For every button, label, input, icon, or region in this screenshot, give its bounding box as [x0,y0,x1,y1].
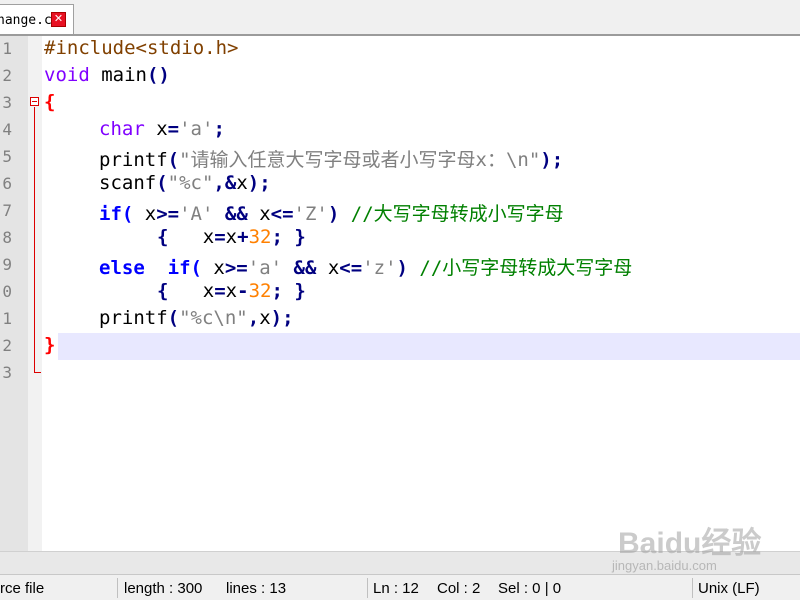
line-number: 3 [2,93,12,112]
status-length: length : 300 [124,580,203,597]
code-line-6: scanf("%c",&x); [99,172,271,194]
tab-file[interactable]: hange.c ✕ [0,4,74,34]
code-line-1: #include<stdio.h> [44,37,239,59]
status-separator [692,578,693,598]
code-line-8: { x=x+32; } [157,226,306,248]
current-line-highlight [58,333,800,360]
code-line-10: { x=x-32; } [157,280,306,302]
line-number: 1 [2,309,12,328]
close-tab-icon[interactable]: ✕ [51,12,66,27]
status-separator [117,578,118,598]
status-separator [367,578,368,598]
fold-collapse-icon[interactable] [30,97,39,106]
watermark-logo: Baidu经验 [618,527,762,560]
code-line-4: char x='a'; [99,118,225,140]
status-lines: lines : 13 [226,580,287,597]
status-file-type: rce file [0,580,45,597]
tab-bar: hange.c ✕ [0,0,800,35]
status-ln: Ln : 12 [373,580,419,597]
baidu-jingyan-watermark: Baidu经验 jingyan.baidu.com [612,510,782,580]
line-number: 1 [2,39,12,58]
status-sel: Sel : 0 | 0 [498,580,562,597]
line-number: 8 [2,228,12,247]
code-line-9: else if( x>='a' && x<='z') //小写字母转成大写字母 [99,257,633,279]
code-line-3: { [44,91,56,113]
line-number: 2 [2,66,12,85]
line-number: 6 [2,174,12,193]
line-number: 2 [2,336,12,355]
fold-margin [28,36,42,551]
code-editor[interactable]: 1 2 3 4 5 6 7 8 9 0 1 2 3 #include<stdio… [0,36,800,551]
line-number: 0 [2,282,12,301]
code-line-12: } [44,334,56,356]
code-line-7: if( x>='A' && x<='Z') //大写字母转成小写字母 [99,203,564,225]
line-number: 3 [2,363,12,382]
line-number: 4 [2,120,12,139]
line-number: 9 [2,255,12,274]
line-number-gutter: 1 2 3 4 5 6 7 8 9 0 1 2 3 [0,36,28,551]
watermark-url: jingyan.baidu.com [612,558,717,573]
fold-range-end [34,372,41,373]
fold-range-line [34,107,35,373]
tab-title: hange.c [0,13,52,28]
code-line-2: void main() [44,64,170,86]
status-eol: Unix (LF) [698,580,760,597]
code-line-5: printf("请输入任意大写字母或者小写字母x：\n"); [99,149,564,171]
line-number: 5 [2,147,12,166]
line-number: 7 [2,201,12,220]
code-line-11: printf("%c\n",x); [99,307,294,329]
status-col: Col : 2 [437,580,481,597]
